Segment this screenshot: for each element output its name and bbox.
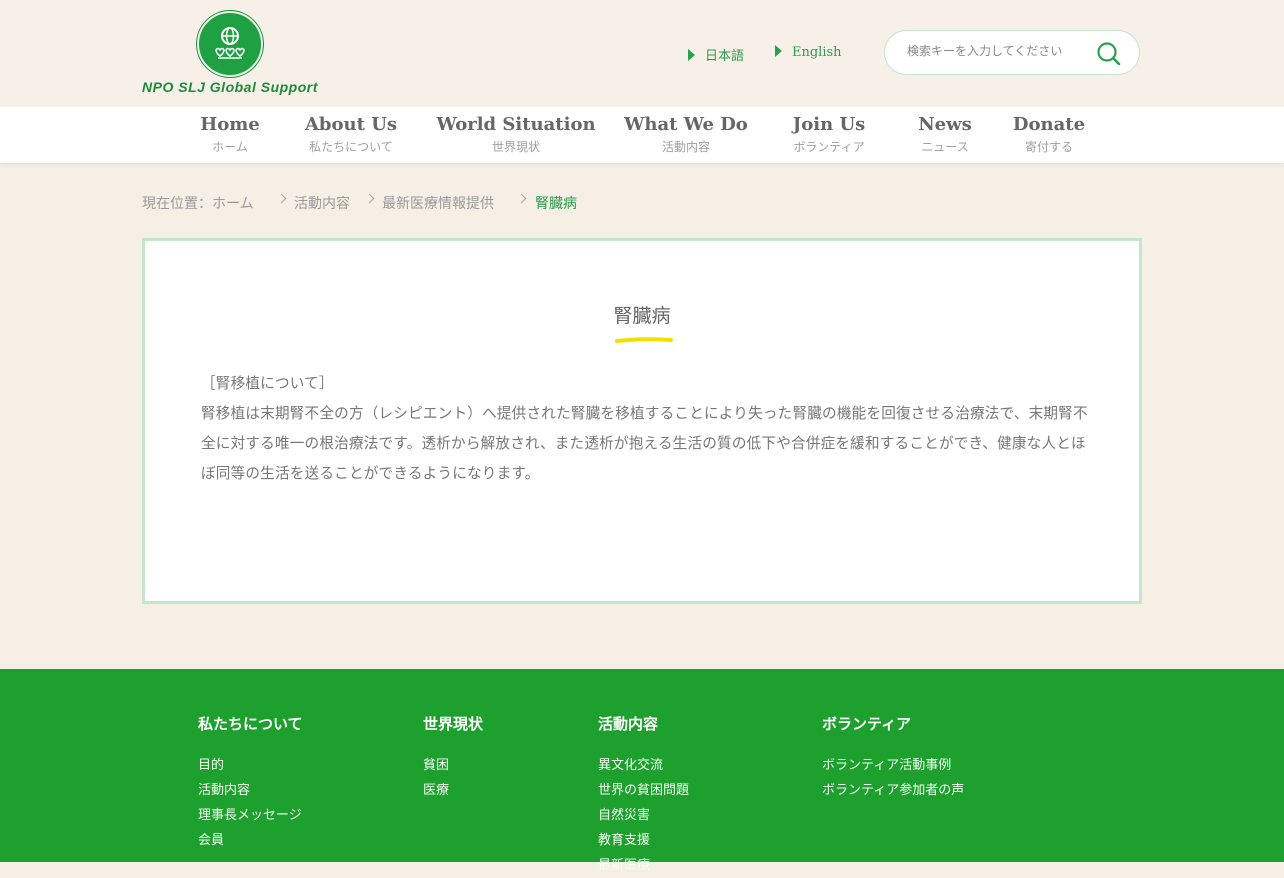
nav-label-jp: 私たちについて — [309, 140, 393, 154]
footer-heading: 私たちについて — [198, 715, 303, 733]
footer-column-volunteer: ボランティア ボランティア活動事例 ボランティア参加者の声 — [822, 713, 964, 803]
footer-link[interactable]: ボランティア参加者の声 — [822, 778, 964, 803]
footer-heading: 世界現状 — [423, 715, 484, 733]
nav-item-donate[interactable]: Donate 寄付する — [1013, 114, 1085, 154]
footer-link[interactable]: 貧困 — [423, 753, 483, 778]
article-panel: 腎臓病 ［腎移植について］ 腎移植は末期腎不全の方（レシピエント）へ提供された腎… — [142, 238, 1142, 604]
footer-column-about: 私たちについて 目的 活動内容 理事長メッセージ 会員 — [198, 713, 303, 853]
nav-item-about-us[interactable]: About Us 私たちについて — [305, 114, 397, 154]
nav-item-world-situation[interactable]: World Situation 世界現状 — [436, 114, 595, 154]
nav-label-jp: ホーム — [212, 140, 248, 154]
footer-link[interactable]: 理事長メッセージ — [198, 803, 303, 828]
footer-heading: 活動内容 — [598, 715, 659, 733]
search-input[interactable] — [905, 43, 1094, 59]
search-icon[interactable] — [1095, 40, 1123, 68]
footer-link[interactable]: 異文化交流 — [598, 753, 689, 778]
triangle-right-icon — [688, 49, 695, 61]
footer-link[interactable]: 会員 — [198, 828, 303, 853]
nav-item-join-us[interactable]: Join Us ボランティア — [793, 114, 866, 154]
nav-label-en: What We Do — [624, 114, 748, 135]
chevron-right-icon — [516, 193, 527, 204]
nav-label-jp: 活動内容 — [661, 140, 711, 154]
article-heading: ［腎移植について］ — [201, 375, 334, 392]
footer-link[interactable]: 教育支援 — [598, 828, 689, 853]
footer-link[interactable]: ボランティア活動事例 — [822, 753, 964, 778]
nav-label-jp: ボランティア — [793, 140, 865, 154]
site-footer: 私たちについて 目的 活動内容 理事長メッセージ 会員 世界現状 貧困 医療 活… — [0, 669, 1284, 873]
breadcrumb-current: 腎臓病 — [535, 196, 577, 212]
nav-label-jp: 世界現状 — [491, 140, 541, 154]
logo-text: NPO SLJ Global Support — [142, 79, 318, 95]
article-paragraph: 腎移植は末期腎不全の方（レシピエント）へ提供された腎臓を移植することにより失った… — [201, 405, 1088, 482]
article-body: ［腎移植について］ 腎移植は末期腎不全の方（レシピエント）へ提供された腎臓を移植… — [201, 369, 1089, 489]
nav-label-en: Donate — [1012, 114, 1086, 135]
footer-link[interactable]: 自然災害 — [598, 803, 689, 828]
footer-link[interactable]: 世界の貧困問題 — [598, 778, 689, 803]
page-title: 腎臓病 — [613, 305, 671, 327]
footer-link[interactable]: 目的 — [198, 753, 303, 778]
title-underline — [615, 337, 673, 343]
site-logo[interactable]: NPO SLJ Global Support — [142, 10, 322, 100]
nav-label-en: World Situation — [436, 114, 596, 135]
nav-label-en: News — [918, 114, 972, 135]
nav-label-jp: ニュース — [921, 140, 969, 154]
nav-label-en: Home — [200, 114, 260, 135]
lang-link-japanese[interactable]: 日本語 — [688, 45, 744, 64]
breadcrumb-home[interactable]: 現在位置：ホーム — [142, 193, 254, 213]
footer-link[interactable]: 最新医療 — [598, 853, 689, 878]
nav-label-en: Join Us — [792, 114, 866, 135]
nav-label-en: About Us — [304, 114, 398, 135]
nav-item-home[interactable]: Home ホーム — [200, 114, 260, 154]
triangle-right-icon — [775, 45, 782, 57]
chevron-right-icon — [364, 193, 375, 204]
nav-item-what-we-do[interactable]: What We Do 活動内容 — [624, 114, 748, 154]
site-header: NPO SLJ Global Support 日本語 English — [0, 0, 1284, 107]
footer-column-world: 世界現状 貧困 医療 — [423, 713, 483, 803]
search-box — [884, 30, 1140, 75]
lang-link-english[interactable]: English — [775, 45, 842, 60]
lang-label: 日本語 — [705, 49, 745, 64]
globe-hearts-icon — [197, 11, 263, 77]
nav-label-jp: 寄付する — [1024, 140, 1074, 154]
lang-label: English — [792, 45, 842, 60]
breadcrumb-medical-info[interactable]: 最新医療情報提供 — [382, 193, 494, 213]
main-nav: Home ホーム About Us 私たちについて World Situatio… — [0, 107, 1284, 163]
footer-column-activities: 活動内容 異文化交流 世界の貧困問題 自然災害 教育支援 最新医療 — [598, 713, 689, 878]
footer-link[interactable]: 活動内容 — [198, 778, 303, 803]
chevron-right-icon — [276, 193, 287, 204]
nav-item-news[interactable]: News ニュース — [918, 114, 972, 154]
breadcrumb-what-we-do[interactable]: 活動内容 — [294, 193, 350, 213]
footer-link[interactable]: 医療 — [423, 778, 483, 803]
footer-heading: ボランティア — [822, 715, 912, 733]
